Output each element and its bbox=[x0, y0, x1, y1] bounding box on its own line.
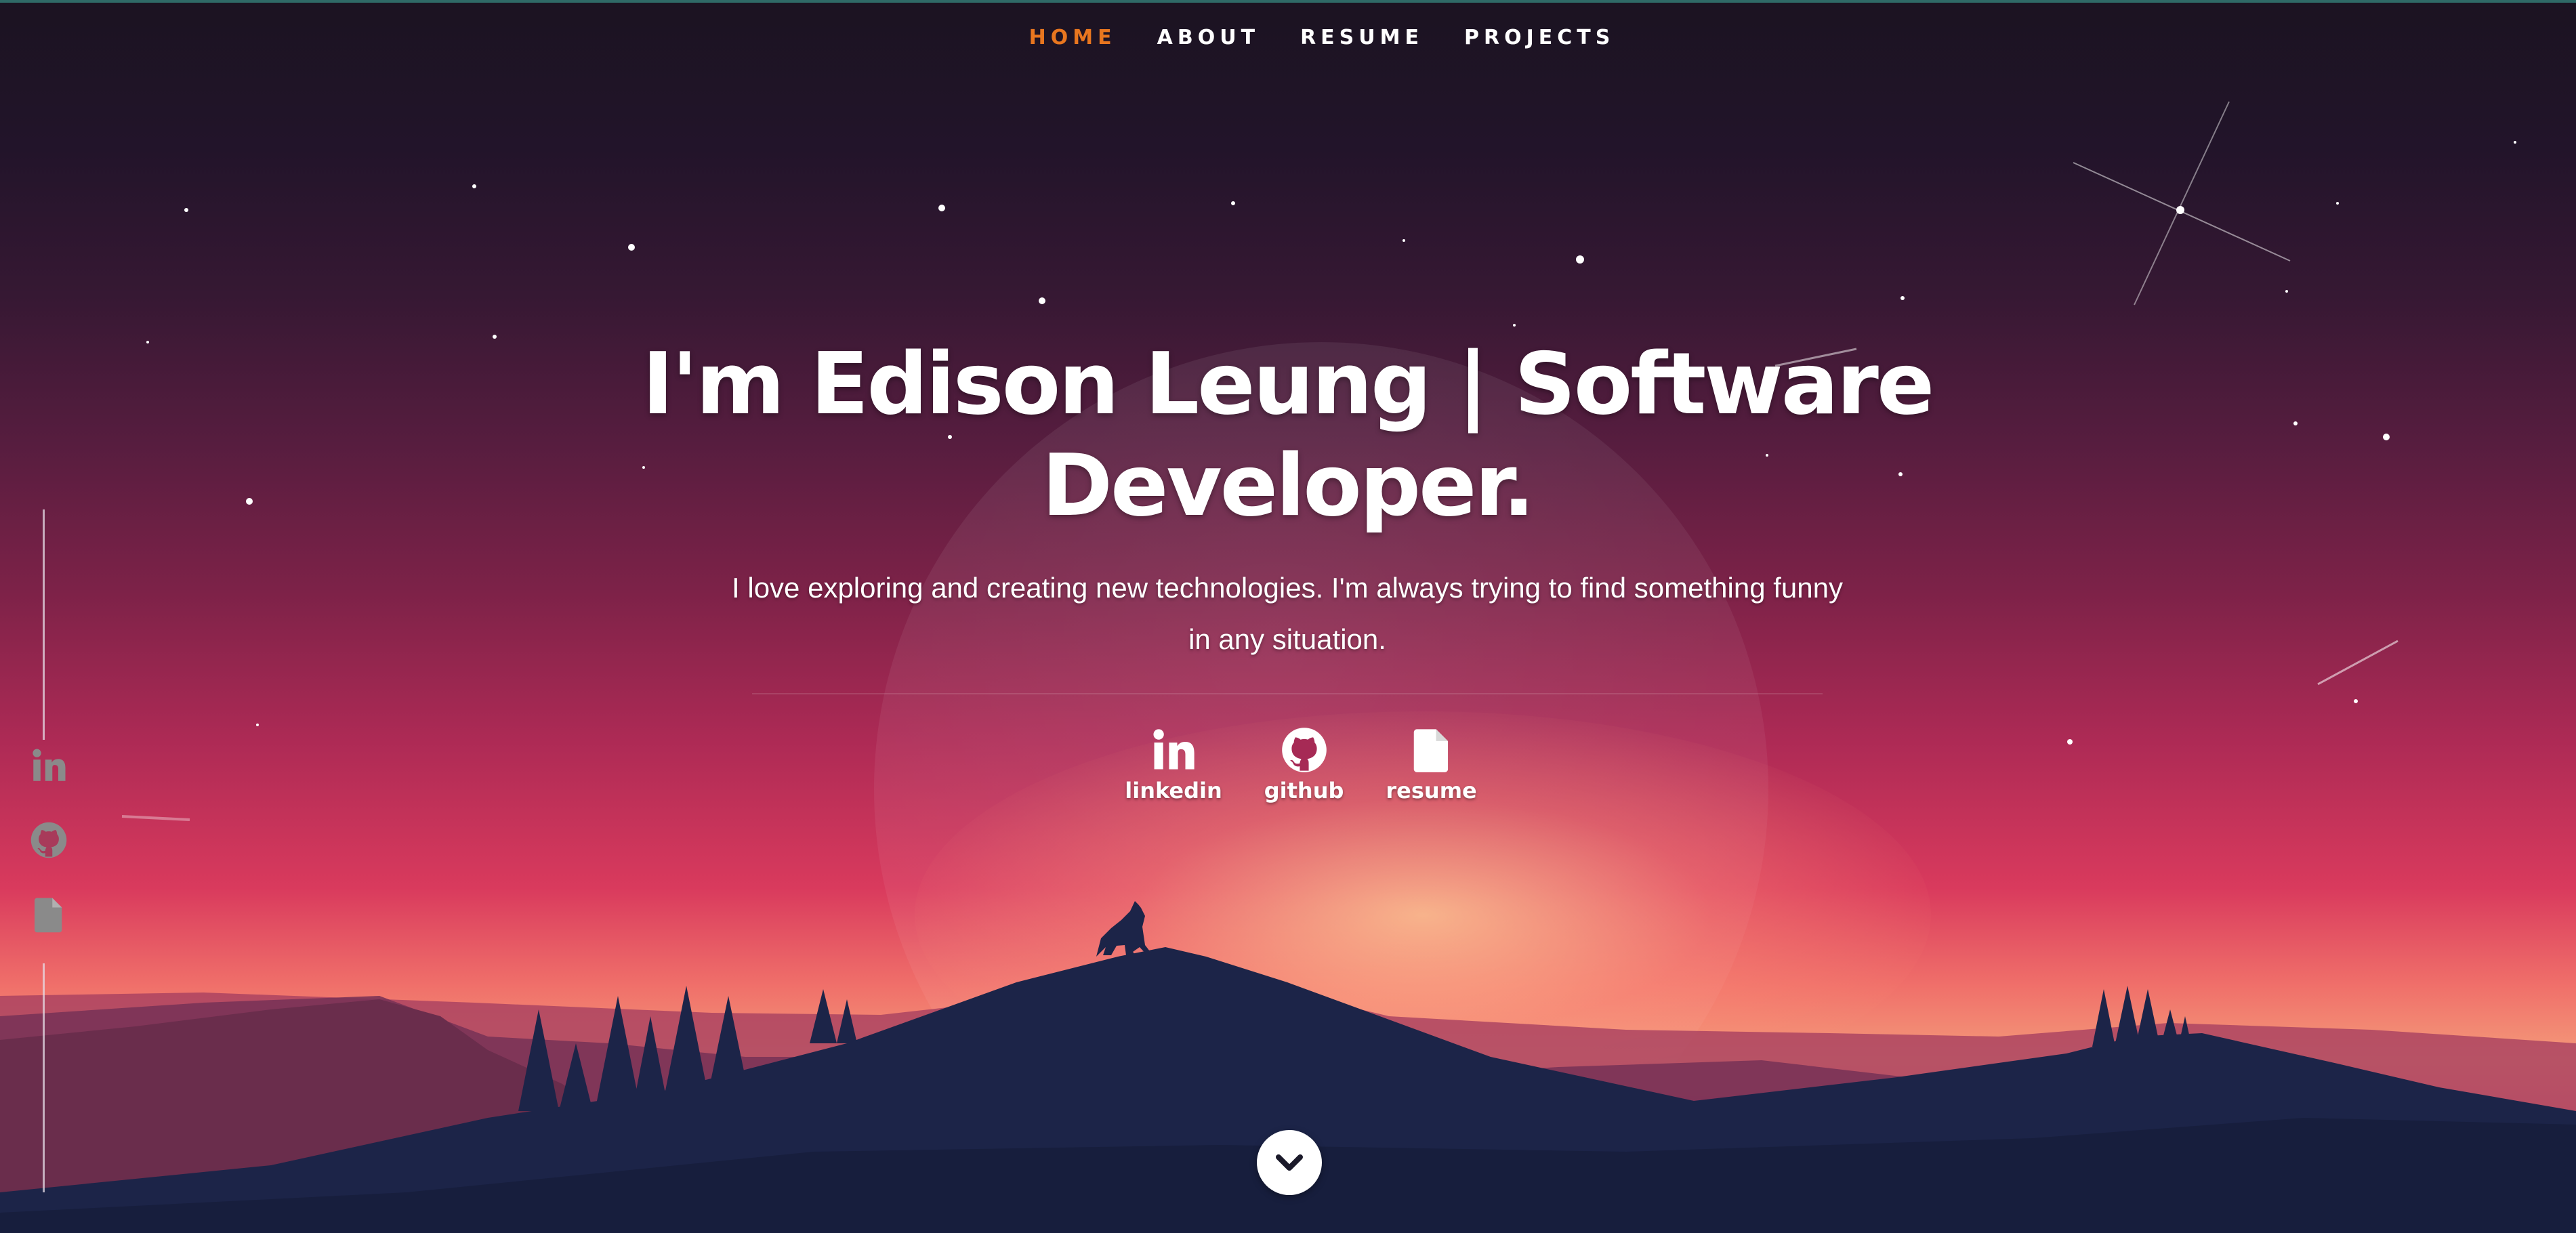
github-icon bbox=[30, 822, 67, 858]
social-link-github[interactable]: github bbox=[1264, 726, 1344, 803]
linkedin-icon bbox=[33, 749, 66, 781]
hero-divider bbox=[752, 693, 1823, 694]
hero-section: HOME ABOUT RESUME PROJECTS I'm Edison Le… bbox=[0, 0, 2576, 1233]
social-label-resume: resume bbox=[1386, 778, 1477, 803]
linkedin-icon bbox=[1153, 729, 1194, 770]
sidebar-github-link[interactable] bbox=[30, 821, 68, 859]
github-icon bbox=[1281, 728, 1327, 772]
sidebar-line-top bbox=[43, 509, 45, 740]
hero-title: I'm Edison Leung | Software Developer. bbox=[610, 333, 1965, 537]
sidebar-line-bottom bbox=[43, 963, 45, 1192]
file-icon bbox=[1413, 729, 1448, 772]
nav-item-projects[interactable]: PROJECTS bbox=[1464, 26, 1615, 49]
social-label-github: github bbox=[1264, 778, 1344, 803]
social-links: linkedin github resume bbox=[1111, 726, 1491, 803]
sidebar-resume-link[interactable] bbox=[30, 896, 68, 934]
main-nav: HOME ABOUT RESUME PROJECTS bbox=[0, 26, 2576, 49]
chevron-down-icon bbox=[1276, 1154, 1303, 1171]
hero-title-line-1: I'm Edison Leung | Software bbox=[642, 334, 1935, 434]
nav-item-about[interactable]: ABOUT bbox=[1157, 26, 1260, 49]
hero-subtitle: I love exploring and creating new techno… bbox=[732, 562, 1843, 665]
wolf-silhouette bbox=[1096, 901, 1152, 957]
nav-item-resume[interactable]: RESUME bbox=[1300, 26, 1424, 49]
sidebar-linkedin-link[interactable] bbox=[30, 747, 68, 785]
hero-subtitle-line-1: I love exploring and creating new techno… bbox=[732, 572, 1843, 604]
scroll-down-button[interactable] bbox=[1257, 1130, 1322, 1195]
hero-subtitle-line-2: in any situation. bbox=[1188, 623, 1386, 655]
social-link-resume[interactable]: resume bbox=[1386, 726, 1477, 803]
social-link-linkedin[interactable]: linkedin bbox=[1125, 726, 1222, 803]
nav-item-home[interactable]: HOME bbox=[1029, 26, 1117, 49]
social-label-linkedin: linkedin bbox=[1125, 778, 1222, 803]
hero-title-line-2: Developer. bbox=[1041, 436, 1535, 535]
file-icon bbox=[35, 898, 62, 933]
